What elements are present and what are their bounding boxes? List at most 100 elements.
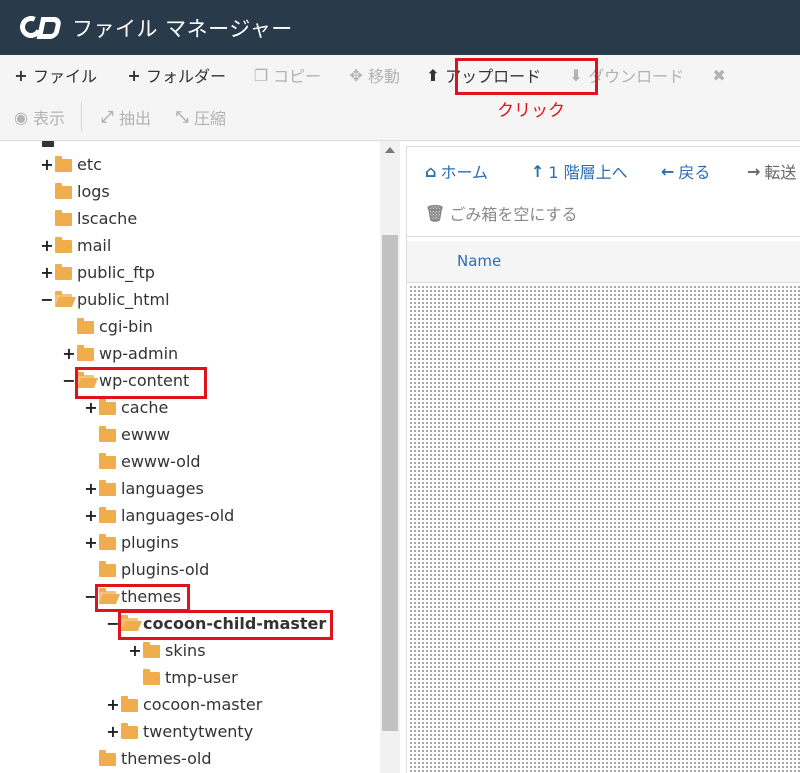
folder-icon (99, 425, 116, 442)
tree-folder-label: plugins (121, 532, 179, 552)
toolbar-button-0[interactable]: + ファイル (6, 60, 103, 90)
scroll-thumb[interactable] (382, 235, 398, 731)
file-table-header: Name (407, 241, 800, 283)
title-bar: ファイル マネージャー (0, 0, 800, 55)
toolbar-button-3[interactable]: ✥ 移動 (341, 60, 406, 90)
folder-tree: + etc logs lscache + mail + public_ftp − public_h… (0, 141, 380, 773)
collapse-toggle-icon[interactable]: − (40, 290, 54, 309)
file-list-area[interactable] (409, 285, 800, 773)
expand-toggle-icon[interactable]: + (40, 263, 54, 282)
trash-icon: 🗑 (425, 203, 446, 223)
folder-icon (55, 263, 72, 280)
upload-highlight-box (455, 58, 598, 95)
column-header-name[interactable]: Name (457, 252, 501, 270)
tree-folder-label: wp-admin (99, 343, 179, 363)
home-button[interactable]: ⌂ ホーム (425, 159, 488, 183)
folder-icon (121, 722, 138, 739)
back-button[interactable]: ← 戻る (661, 159, 710, 183)
tree-folder-label: logs (77, 181, 110, 201)
folder-icon (55, 236, 72, 253)
tree-folder-label: cache (121, 397, 169, 417)
themes-highlight-box (95, 584, 190, 612)
tree-folder-ewww[interactable]: ewww (84, 421, 170, 447)
tree-folder-languages-old[interactable]: + languages-old (84, 502, 234, 528)
tree-folder-label: languages-old (121, 505, 235, 525)
tree-folder-wp-admin[interactable]: + wp-admin (62, 340, 178, 366)
folder-open-icon (55, 290, 72, 307)
arrow-right-icon: → (747, 161, 761, 181)
file-list-panel: ⌂ ホーム ↑ 1 階層上へ ← 戻る → 転送 🗑 ごみ箱を空にする Name (406, 146, 800, 773)
scroll-up-arrow-icon[interactable] (385, 147, 395, 153)
toolbar-button-1[interactable]: + フォルダー (119, 60, 232, 90)
tree-folder-ewww-old[interactable]: ewww-old (84, 448, 201, 474)
tree-folder-label: skins (165, 640, 206, 660)
folder-icon (143, 641, 160, 658)
toolbar-button-label: 圧縮 (194, 109, 227, 128)
folder-icon (99, 533, 116, 550)
plus-icon: + (14, 65, 28, 85)
tree-folder-plugins[interactable]: + plugins (84, 529, 179, 555)
tree-folder-label: mail (77, 235, 112, 255)
toolbar-button-2[interactable]: ❐ コピー (246, 60, 327, 90)
plus-icon: + (127, 65, 141, 85)
expand-toggle-icon[interactable]: + (84, 506, 98, 525)
tree-scrollbar[interactable] (380, 141, 400, 773)
home-icon: ⌂ (425, 161, 437, 181)
toolbar-button-2[interactable]: ⤡ 圧縮 (167, 102, 232, 132)
navigation-bar: ⌂ ホーム ↑ 1 階層上へ ← 戻る → 転送 🗑 ごみ箱を空にする (407, 147, 800, 237)
cpanel-logo-icon[interactable] (16, 12, 60, 41)
tree-folder-public_ftp[interactable]: + public_ftp (40, 259, 155, 285)
toolbar-button-0[interactable]: ◉ 表示 (6, 102, 71, 132)
tree-folder-languages[interactable]: + languages (84, 475, 204, 501)
collapse-toggle-icon[interactable]: − (62, 371, 76, 390)
expand-toggle-icon[interactable]: + (128, 641, 142, 660)
folder-icon (99, 560, 116, 577)
expand-toggle-icon[interactable]: + (106, 722, 120, 741)
expand-icon: ⤢ (100, 107, 114, 126)
expand-toggle-icon[interactable]: + (106, 695, 120, 714)
toolbar-button-1[interactable]: ⤢ 抽出 (92, 102, 157, 132)
level-up-icon: ↑ (531, 161, 545, 181)
toolbar-button-label: フォルダー (146, 67, 227, 86)
toolbar: + ファイル + フォルダー ❐ コピー ✥ 移動 ⬆ アップロード ⬇ ダウンロード ✖ ◉ 表示 ⤢ 抽出… (0, 55, 800, 141)
tree-folder-label: tmp-user (165, 667, 238, 687)
click-annotation: クリック (497, 101, 565, 121)
tree-folder-cocoon-master[interactable]: + cocoon-master (106, 691, 262, 717)
expand-toggle-icon[interactable]: + (84, 398, 98, 417)
folder-icon (99, 749, 116, 766)
folder-icon (55, 209, 72, 226)
tree-folder-twentytwenty[interactable]: + twentytwenty (106, 718, 253, 744)
compress-icon: ⤡ (175, 107, 189, 126)
tree-folder-logs[interactable]: logs (40, 178, 110, 204)
tree-folder-public_html[interactable]: − public_html (40, 286, 169, 312)
tree-folder-skins[interactable]: + skins (128, 637, 206, 663)
toolbar-row-primary: + ファイル + フォルダー ❐ コピー ✥ 移動 ⬆ アップロード ⬇ ダウンロード ✖ (6, 55, 737, 95)
tree-folder-etc[interactable]: + etc (40, 151, 102, 177)
tree-folder-label: themes-old (121, 748, 212, 768)
folder-icon (77, 344, 94, 361)
tree-folder-cgi-bin[interactable]: cgi-bin (62, 313, 153, 339)
tree-folder-themes-old[interactable]: themes-old (84, 745, 211, 771)
empty-trash-button[interactable]: 🗑 ごみ箱を空にする (425, 201, 577, 225)
toolbar-button-label: 表示 (33, 109, 66, 128)
folder-icon (99, 506, 116, 523)
folder-icon (143, 668, 160, 685)
toolbar-close-button-6[interactable]: ✖ (704, 60, 737, 90)
tree-folder-tmp-user[interactable]: tmp-user (128, 664, 238, 690)
expand-toggle-icon[interactable]: + (62, 344, 76, 363)
tree-folder-plugins-old[interactable]: plugins-old (84, 556, 209, 582)
expand-toggle-icon[interactable]: + (84, 479, 98, 498)
toolbar-row-secondary: ◉ 表示 ⤢ 抽出 ⤡ 圧縮 (6, 97, 232, 137)
cocoon-child-master-highlight-box (118, 610, 333, 640)
tree-folder-lscache[interactable]: lscache (40, 205, 137, 231)
eye-icon: ◉ (14, 107, 28, 127)
expand-toggle-icon[interactable]: + (40, 155, 54, 174)
tree-folder-mail[interactable]: + mail (40, 232, 111, 258)
tree-folder-label: etc (77, 154, 102, 174)
up-one-level-button[interactable]: ↑ 1 階層上へ (531, 159, 628, 183)
expand-toggle-icon[interactable]: + (40, 236, 54, 255)
expand-toggle-icon[interactable]: + (84, 533, 98, 552)
close-icon: ✖ (712, 65, 726, 85)
forward-button[interactable]: → 転送 (747, 159, 796, 183)
copy-icon: ❐ (253, 65, 269, 85)
